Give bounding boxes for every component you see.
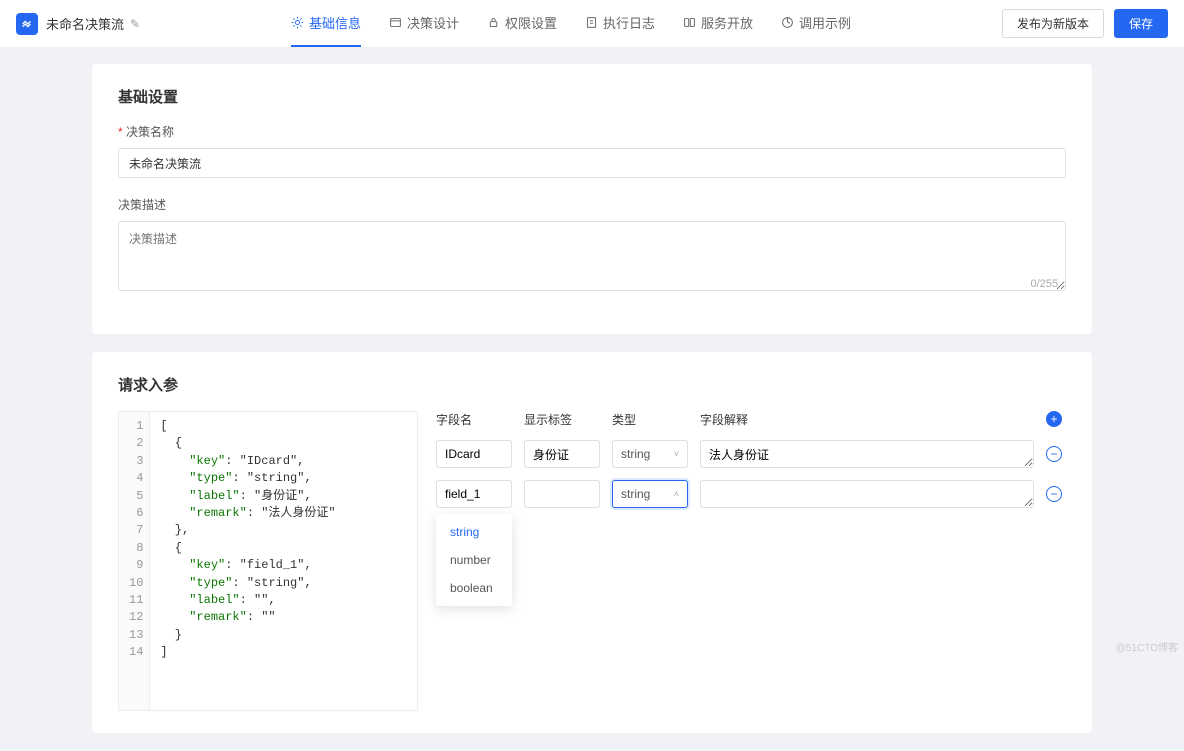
type-select[interactable]: string˅ bbox=[612, 440, 688, 468]
col-type: 类型 bbox=[612, 411, 688, 428]
tab-label: 权限设置 bbox=[505, 13, 557, 32]
app-icon bbox=[16, 13, 38, 35]
tab-basic-info[interactable]: 基础信息 bbox=[291, 0, 361, 47]
tab-example[interactable]: 调用示例 bbox=[781, 0, 851, 47]
tab-label: 服务开放 bbox=[701, 13, 753, 32]
setting-icon bbox=[291, 16, 304, 29]
remark-input[interactable]: 法人身份证 bbox=[700, 440, 1034, 468]
col-field: 字段名 bbox=[436, 411, 512, 428]
delete-row-button[interactable]: − bbox=[1046, 446, 1062, 462]
basic-settings-card: 基础设置 决策名称 决策描述 0/255 bbox=[92, 64, 1092, 334]
desc-label: 决策描述 bbox=[118, 196, 1066, 213]
lock-icon bbox=[487, 16, 500, 29]
design-icon bbox=[389, 16, 402, 29]
params-heading: 请求入参 bbox=[118, 374, 1066, 395]
param-table: 字段名 显示标签 类型 字段解释 + string˅法人身份证−string˄s… bbox=[436, 411, 1066, 711]
desc-textarea[interactable] bbox=[118, 221, 1066, 291]
log-icon bbox=[585, 16, 598, 29]
delete-row-button[interactable]: − bbox=[1046, 486, 1062, 502]
tab-label: 决策设计 bbox=[407, 13, 459, 32]
tab-label: 执行日志 bbox=[603, 13, 655, 32]
publish-button[interactable]: 发布为新版本 bbox=[1002, 9, 1104, 38]
page-title: 未命名决策流 bbox=[46, 14, 124, 33]
type-option-number[interactable]: number bbox=[436, 546, 512, 574]
type-option-boolean[interactable]: boolean bbox=[436, 574, 512, 602]
name-label: 决策名称 bbox=[118, 123, 1066, 140]
top-bar: 未命名决策流 ✎ 基础信息 决策设计 权限设置 执行日志 服务开放 调用示例 发… bbox=[0, 0, 1184, 48]
chevron-down-icon: ˅ bbox=[674, 449, 679, 459]
param-row: string˅ 法人身份证− bbox=[436, 440, 1066, 468]
type-select[interactable]: string˄stringnumberboolean bbox=[612, 480, 688, 508]
tab-label: 调用示例 bbox=[799, 13, 851, 32]
tab-design[interactable]: 决策设计 bbox=[389, 0, 459, 47]
type-dropdown: stringnumberboolean bbox=[436, 514, 512, 606]
add-row-button[interactable]: + bbox=[1046, 411, 1062, 427]
param-row: string˄stringnumberboolean − bbox=[436, 480, 1066, 508]
tab-service[interactable]: 服务开放 bbox=[683, 0, 753, 47]
tab-label: 基础信息 bbox=[309, 13, 361, 32]
basic-heading: 基础设置 bbox=[118, 86, 1066, 107]
watermark: @51CTO博客 bbox=[1116, 639, 1178, 654]
chevron-up-icon: ˄ bbox=[674, 489, 679, 499]
example-icon bbox=[781, 16, 794, 29]
label-input[interactable] bbox=[524, 480, 600, 508]
json-preview: 1 2 3 4 5 6 7 8 9 10 11 12 13 14 [ { "ke… bbox=[118, 411, 418, 711]
header-actions: 发布为新版本 保存 bbox=[1002, 9, 1168, 38]
tab-permission[interactable]: 权限设置 bbox=[487, 0, 557, 47]
col-remark: 字段解释 bbox=[700, 411, 1034, 428]
tab-log[interactable]: 执行日志 bbox=[585, 0, 655, 47]
edit-title-icon[interactable]: ✎ bbox=[130, 17, 140, 31]
type-option-string[interactable]: string bbox=[436, 518, 512, 546]
col-label: 显示标签 bbox=[524, 411, 600, 428]
main-tabs: 基础信息 决策设计 权限设置 执行日志 服务开放 调用示例 bbox=[140, 0, 1002, 47]
save-button[interactable]: 保存 bbox=[1114, 9, 1168, 38]
desc-char-count: 0/255 bbox=[1030, 278, 1058, 290]
label-input[interactable] bbox=[524, 440, 600, 468]
params-card: 请求入参 1 2 3 4 5 6 7 8 9 10 11 12 13 14 [ … bbox=[92, 352, 1092, 733]
field-input[interactable] bbox=[436, 480, 512, 508]
remark-input[interactable] bbox=[700, 480, 1034, 508]
field-input[interactable] bbox=[436, 440, 512, 468]
service-icon bbox=[683, 16, 696, 29]
name-input[interactable] bbox=[118, 148, 1066, 178]
